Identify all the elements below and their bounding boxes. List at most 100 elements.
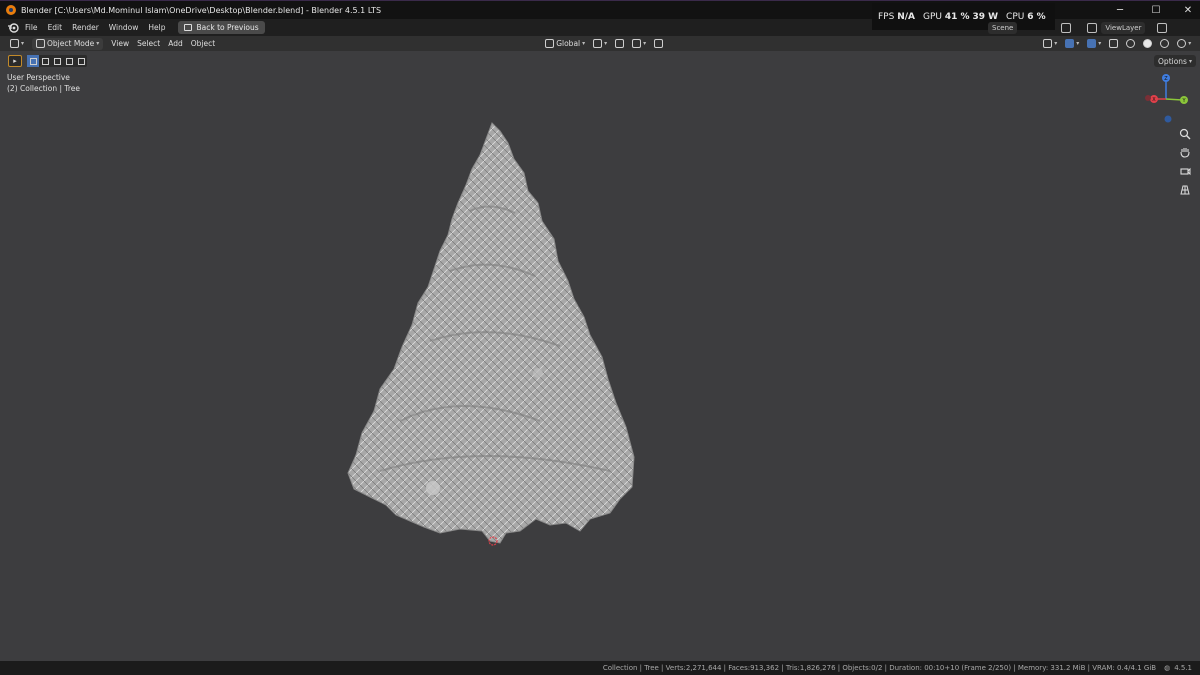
navigation-gizmo[interactable]: Z X Y [1140, 73, 1190, 123]
object-mode-dropdown[interactable]: Object Mode ▾ [32, 37, 104, 50]
eye-icon [1043, 39, 1053, 48]
select-invert-button[interactable] [63, 55, 75, 67]
back-to-previous-label: Back to Previous [196, 23, 259, 32]
menu-add[interactable]: Add [164, 38, 187, 50]
3d-viewport-icon [10, 39, 19, 48]
minimize-button[interactable]: ─ [1102, 1, 1138, 19]
scene-selector[interactable]: Scene [988, 21, 1018, 34]
snap-target-button[interactable]: ▾ [628, 38, 650, 50]
window-title: Blender [C:\Users\Md.Mominul Islam\OneDr… [21, 5, 382, 15]
overlays-icon [1087, 39, 1097, 48]
proportional-edit-icon [654, 39, 664, 48]
blender-app-icon [6, 5, 16, 15]
menu-file[interactable]: File [20, 19, 43, 36]
scene-selectors: Scene ViewLayer [988, 20, 1168, 35]
select-subtract-icon [53, 57, 61, 65]
object-mode-icon [36, 39, 46, 48]
object-mode-label: Object Mode [47, 39, 95, 48]
menu-render[interactable]: Render [67, 19, 104, 36]
new-scene-icon[interactable] [1061, 22, 1072, 33]
menu-help[interactable]: Help [143, 19, 170, 36]
visibility-button[interactable]: ▾ [1039, 38, 1061, 50]
selection-mode-group [27, 55, 87, 67]
viewport-perspective-label: User Perspective [7, 73, 70, 82]
active-collection-label: (2) Collection | Tree [7, 84, 81, 93]
chevron-down-icon: ▾ [1188, 57, 1192, 65]
select-new-button[interactable] [27, 55, 39, 67]
material-sphere-icon [1160, 39, 1170, 48]
rendered-shading-button[interactable]: ▾ [1173, 38, 1195, 50]
options-label: Options [1158, 56, 1187, 66]
neg-x-axis-handle[interactable] [1145, 95, 1151, 101]
view-layer-selector[interactable]: ViewLayer [1101, 21, 1146, 34]
overlays-toggle[interactable]: ▾ [1083, 38, 1105, 50]
gizmo-toggle[interactable]: ▾ [1061, 38, 1083, 50]
chevron-down-icon: ▾ [1076, 40, 1080, 47]
menu-view[interactable]: View [107, 38, 133, 50]
version-label: 4.5.1 [1174, 664, 1192, 672]
chevron-down-icon: ▾ [21, 40, 25, 47]
x-axis-label: X [1152, 97, 1156, 103]
select-tool-button[interactable]: ▸ [8, 55, 22, 67]
solid-shading-button[interactable] [1139, 38, 1156, 50]
pivot-point-button[interactable]: ▾ [589, 38, 611, 50]
chevron-down-icon: ▾ [643, 40, 647, 47]
tool-row: ▸ [8, 55, 87, 67]
gizmo-icon [1065, 39, 1075, 48]
xray-toggle[interactable] [1105, 38, 1122, 50]
chevron-down-icon: ▾ [1098, 40, 1102, 47]
wireframe-sphere-icon [1126, 39, 1136, 48]
transform-orientation-label: Global [556, 39, 581, 48]
tree-mesh-render[interactable] [340, 121, 640, 551]
screen-icon [184, 24, 193, 31]
options-dropdown[interactable]: Options ▾ [1154, 55, 1196, 67]
new-view-layer-icon[interactable] [1157, 22, 1168, 33]
perspective-toggle-icon[interactable] [1177, 182, 1193, 198]
chevron-down-icon: ▾ [604, 40, 608, 47]
select-intersect-button[interactable] [75, 55, 87, 67]
menu-window[interactable]: Window [104, 19, 144, 36]
chevron-down-icon: ▾ [582, 40, 586, 47]
select-subtract-button[interactable] [51, 55, 63, 67]
menu-edit[interactable]: Edit [43, 19, 68, 36]
zoom-icon[interactable] [1177, 126, 1193, 142]
xray-icon [1109, 39, 1119, 48]
chevron-down-icon: ▾ [96, 40, 100, 47]
menu-select[interactable]: Select [133, 38, 164, 50]
snap-icon [615, 39, 625, 48]
chevron-down-icon: ▾ [1054, 40, 1058, 47]
camera-view-icon[interactable] [1177, 163, 1193, 179]
3d-viewport[interactable]: ▸ User Perspective (2) Collection | Tree… [0, 51, 1200, 661]
editor-type-button[interactable]: ▾ [6, 38, 28, 50]
fps-readout: FPS N/A [878, 11, 915, 22]
close-button[interactable]: ✕ [1170, 1, 1200, 19]
select-new-icon [29, 57, 37, 65]
neg-z-axis-handle[interactable] [1164, 115, 1172, 123]
view-layer-icon [1087, 22, 1098, 33]
chevron-down-icon: ▾ [1188, 40, 1192, 47]
status-bar: Collection | Tree | Verts:2,271,644 | Fa… [0, 661, 1200, 675]
pivot-icon [593, 39, 603, 48]
select-intersect-icon [77, 57, 85, 65]
pan-hand-icon[interactable] [1177, 144, 1193, 160]
select-extend-button[interactable] [39, 55, 51, 67]
maximize-button[interactable]: ☐ [1138, 1, 1174, 19]
orientation-icon [545, 39, 555, 48]
globe-icon: ◍ [1164, 664, 1171, 672]
wireframe-shading-button[interactable] [1122, 38, 1139, 50]
blender-logo-icon[interactable] [6, 22, 20, 34]
select-extend-icon [41, 57, 49, 65]
proportional-edit-toggle[interactable] [650, 38, 667, 50]
snap-toggle[interactable] [611, 38, 628, 50]
material-shading-button[interactable] [1156, 38, 1173, 50]
menu-object[interactable]: Object [187, 38, 219, 50]
select-invert-icon [65, 57, 73, 65]
transform-orientation-dropdown[interactable]: Global ▾ [541, 38, 589, 50]
snap-target-icon [632, 39, 642, 48]
viewport-header: ▾ Object Mode ▾ View Select Add Object G… [0, 36, 1200, 51]
scene-statistics: Collection | Tree | Verts:2,271,644 | Fa… [602, 664, 1157, 672]
z-axis-label: Z [1164, 76, 1168, 82]
rendered-sphere-icon [1177, 39, 1187, 48]
gpu-readout: GPU 41 % 39 W [923, 11, 999, 22]
back-to-previous-button[interactable]: Back to Previous [178, 21, 265, 34]
